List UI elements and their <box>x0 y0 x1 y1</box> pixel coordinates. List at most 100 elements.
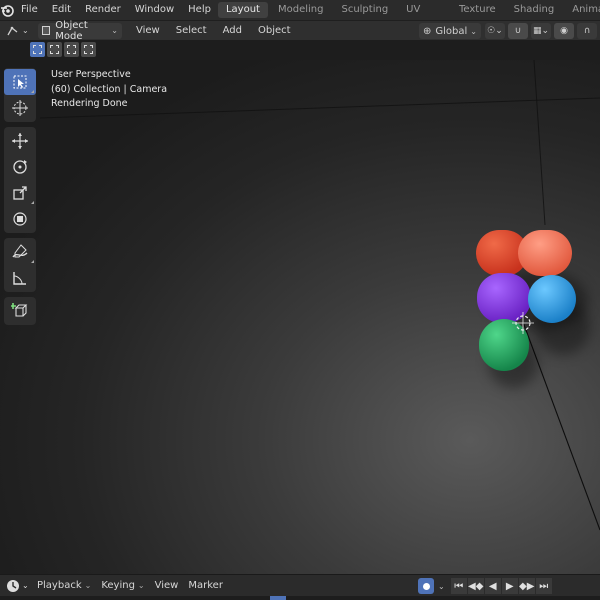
next-keyframe-icon: ◆▶ <box>519 580 535 592</box>
select-box-icon <box>13 75 27 89</box>
play-reverse-button[interactable]: ◀ <box>484 578 501 594</box>
jump-end-icon: ⏭ <box>539 580 549 592</box>
tab-sculpting[interactable]: Sculpting <box>333 2 396 18</box>
tab-animation[interactable]: Animation <box>564 2 600 18</box>
add-cube-icon <box>11 303 28 317</box>
tab-texture-paint[interactable]: Texture Paint <box>451 2 504 31</box>
viewport-header: ⌄ Object Mode ⌄ View Select Add Object ⊕… <box>0 19 600 42</box>
3d-cursor-icon <box>512 312 534 334</box>
chevron-down-icon: ⌄ <box>22 581 29 590</box>
transform-tool[interactable] <box>4 206 36 232</box>
selection-mode-row <box>30 42 98 58</box>
menu-help[interactable]: Help <box>181 0 218 20</box>
prev-keyframe-icon: ◀◆ <box>468 580 484 592</box>
prev-keyframe-button[interactable]: ◀◆ <box>467 578 484 594</box>
move-icon <box>12 133 28 149</box>
collection-label: (60) Collection | Camera <box>51 83 168 95</box>
menu-window[interactable]: Window <box>128 0 181 20</box>
proportional-icon: ◉ <box>560 26 568 36</box>
menu-render[interactable]: Render <box>78 0 128 20</box>
snap-toggle[interactable]: ∪ <box>507 23 528 39</box>
falloff-button[interactable]: ∩ <box>577 23 597 39</box>
tool-corner-indicator <box>31 90 34 93</box>
select-invert-button[interactable] <box>81 42 96 57</box>
perspective-label: User Perspective <box>51 69 131 80</box>
select-new-button[interactable] <box>30 42 45 57</box>
menu-file[interactable]: File <box>14 0 45 20</box>
chevron-down-icon[interactable]: ⌄ <box>438 582 445 591</box>
tool-group-annotate <box>4 238 36 292</box>
mode-select-label: Object Mode <box>55 19 88 42</box>
select-invert-icon <box>84 45 93 54</box>
header-menu-add[interactable]: Add <box>215 25 250 36</box>
chevron-down-icon: ⌄ <box>470 26 477 36</box>
tool-shelf <box>4 68 36 330</box>
cursor-tool[interactable] <box>4 95 36 121</box>
snap-grid-icon: ▦⌄ <box>532 26 549 36</box>
editor-type-button[interactable]: ⌄ <box>6 25 30 37</box>
select-box-tool[interactable] <box>4 69 36 95</box>
header-menu-view[interactable]: View <box>128 25 168 36</box>
select-new-icon <box>33 45 42 54</box>
timeline-menu-view[interactable]: View <box>150 580 184 591</box>
timeline-menu-keying[interactable]: Keying ⌄ <box>96 580 149 591</box>
auto-keying-button[interactable] <box>418 578 434 594</box>
tool-group-add <box>4 297 36 325</box>
timeline-header: ⌄ Playback ⌄ Keying ⌄ View Marker ⌄ ⏮ ◀◆ ◀… <box>0 574 600 596</box>
chevron-down-icon: ⌄ <box>22 26 29 35</box>
magnet-icon: ∪ <box>514 26 522 36</box>
jump-start-button[interactable]: ⏮ <box>450 578 467 594</box>
timeline-menu-marker[interactable]: Marker <box>183 580 228 591</box>
tool-corner-indicator <box>31 260 34 263</box>
mode-select[interactable]: Object Mode ⌄ <box>38 19 122 42</box>
annotate-icon <box>12 244 28 258</box>
add-cube-tool[interactable] <box>4 298 36 324</box>
chevron-down-icon: ⌄ <box>84 581 92 590</box>
tool-corner-indicator <box>31 201 34 204</box>
snap-target-button[interactable]: ▦⌄ <box>530 23 551 39</box>
header-menu-object[interactable]: Object <box>250 25 299 36</box>
transform-icon <box>13 212 27 226</box>
play-button[interactable]: ▶ <box>501 578 518 594</box>
tab-shading[interactable]: Shading <box>506 2 563 18</box>
timeline-editor-type-button[interactable]: ⌄ <box>6 579 32 593</box>
select-extend-button[interactable] <box>47 42 62 57</box>
falloff-icon: ∩ <box>583 26 591 36</box>
move-tool[interactable] <box>4 128 36 154</box>
chevron-down-icon: ⌄ <box>137 581 145 590</box>
transform-orientation-select[interactable]: ⊕ Global ⌄ <box>418 23 481 39</box>
tab-modeling[interactable]: Modeling <box>270 2 332 18</box>
render-status-label: Rendering Done <box>51 98 128 109</box>
rotate-tool[interactable] <box>4 154 36 180</box>
pivot-point-button[interactable]: ☉⌄ <box>484 23 505 39</box>
playback-controls: ⌄ ⏮ ◀◆ ◀ ▶ ◆▶ ⏭ <box>418 578 553 594</box>
play-reverse-icon: ◀ <box>488 580 497 592</box>
rotate-icon <box>13 160 27 174</box>
jump-end-button[interactable]: ⏭ <box>535 578 552 594</box>
axis-gizmo-icon <box>7 26 18 35</box>
figma-orange-shape <box>518 230 572 276</box>
timeline-menu-playback[interactable]: Playback ⌄ <box>32 580 96 591</box>
playback-label: Playback <box>37 580 82 591</box>
blender-logo-icon[interactable] <box>0 0 14 20</box>
proportional-edit-toggle[interactable]: ◉ <box>554 23 574 39</box>
annotate-tool[interactable] <box>4 239 36 265</box>
scale-icon <box>13 186 27 200</box>
header-menu-select[interactable]: Select <box>168 25 215 36</box>
object-mode-icon <box>42 26 51 35</box>
orientation-icon: ⊕ <box>422 25 432 37</box>
next-keyframe-button[interactable]: ◆▶ <box>518 578 535 594</box>
play-icon: ▶ <box>505 580 514 592</box>
tab-uv-editing[interactable]: UV Editing <box>398 2 449 31</box>
scale-tool[interactable] <box>4 180 36 206</box>
measure-tool[interactable] <box>4 265 36 291</box>
tool-group-select <box>4 68 36 122</box>
tab-layout[interactable]: Layout <box>217 2 268 18</box>
clock-icon <box>7 579 19 592</box>
transform-orientation-label: Global <box>435 25 468 37</box>
menu-edit[interactable]: Edit <box>45 0 78 20</box>
3d-viewport[interactable]: User Perspective (60) Collection | Camer… <box>0 60 600 574</box>
figma-logo-object[interactable] <box>470 225 590 385</box>
pivot-icon: ☉⌄ <box>487 26 503 36</box>
select-subtract-button[interactable] <box>64 42 79 57</box>
